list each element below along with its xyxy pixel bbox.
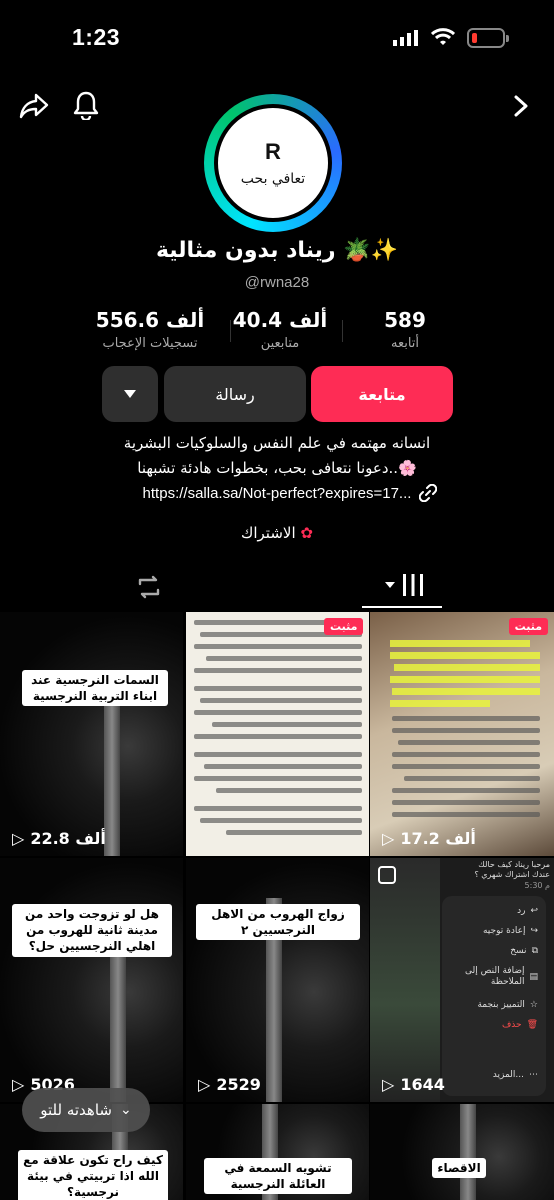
- bell-icon[interactable]: [70, 88, 102, 122]
- active-tab-indicator: [362, 606, 442, 608]
- battery-icon: [467, 28, 509, 48]
- video-thumb[interactable]: [186, 612, 369, 856]
- video-thumb[interactable]: تشويه السمعة في العائلة النرجسية: [186, 1104, 369, 1200]
- video-caption: تشويه السمعة في العائلة النرجسية: [204, 1158, 352, 1195]
- video-thumb[interactable]: مثبت ▷ 17.2 ألف: [370, 612, 554, 856]
- menu-item-copy: نسخ ⧉: [510, 946, 538, 956]
- video-thumb[interactable]: السمات النرجسية عند ابناء التربية النرجس…: [0, 612, 183, 856]
- copy-icon: ⧉: [531, 946, 538, 956]
- play-icon: ▷: [382, 1075, 395, 1094]
- caret-down-icon: [385, 582, 395, 588]
- chat-line-1: مرحبا ريناد كيف حالك: [478, 860, 550, 869]
- just-watched-button[interactable]: شاهدته للتو ⌄: [22, 1088, 150, 1132]
- multi-photo-icon: [378, 866, 396, 884]
- repost-icon: [138, 575, 160, 599]
- pinned-badge: مثبت: [324, 618, 364, 635]
- chat-time: 5:30 م: [524, 880, 550, 890]
- play-icon: ▷: [12, 1075, 25, 1094]
- follow-button[interactable]: متابعة: [311, 366, 453, 422]
- view-count-text: 22.8 ألف: [30, 829, 106, 848]
- message-button[interactable]: رسالة: [164, 366, 306, 422]
- profile-tabs: [0, 566, 554, 610]
- chat-message: مرحبا ريناد كيف حالك عندك اشتراك شهري ؟ …: [446, 860, 551, 891]
- link-icon: [419, 484, 438, 502]
- stats-row: 556.6 ألف تسجيلات الإعجاب 40.4 ألف متابع…: [90, 308, 470, 358]
- video-caption: السمات النرجسية عند ابناء التربية النرجس…: [22, 670, 168, 707]
- menu-item-reply: رد ↩: [517, 906, 538, 916]
- bio-line-2: دعونا نتعافى بحب، بخطوات هادئة تشبهنا..🌸: [137, 459, 417, 477]
- video-caption: زواج الهروب من الاهل النرجسيين ٢: [196, 904, 360, 941]
- stat-likes[interactable]: 556.6 ألف تسجيلات الإعجاب: [90, 308, 210, 351]
- pinned-badge: مثبت: [508, 618, 548, 635]
- avatar-text: تعافي بحب: [240, 171, 306, 187]
- play-icon: ▷: [382, 829, 395, 848]
- subscription-icon: ✿: [300, 524, 313, 542]
- grid-icon: [403, 574, 423, 596]
- star-icon: ☆: [529, 1000, 538, 1010]
- tab-videos[interactable]: [384, 572, 426, 598]
- video-caption: الاقصاء: [432, 1158, 486, 1179]
- caret-down-icon: [124, 390, 136, 398]
- view-count: ▷ 22.8 ألف: [12, 829, 106, 848]
- menu-item-star: التمييز بنجمة ☆: [477, 1000, 538, 1010]
- chat-line-2: عندك اشتراك شهري ؟: [474, 870, 551, 880]
- avatar[interactable]: R تعافي بحب: [214, 104, 332, 222]
- followers-count: 40.4 ألف: [232, 308, 328, 332]
- subscription-label: الاشتراك: [241, 524, 296, 542]
- display-name: ريناد بدون مثالية 🪴✨: [155, 238, 399, 263]
- wifi-icon: [431, 28, 455, 45]
- more-icon: ⋯: [529, 1070, 538, 1080]
- menu-item-delete: حذف 🗑: [501, 1020, 538, 1030]
- status-time: 1:23: [72, 24, 121, 50]
- video-thumb[interactable]: الاقصاء: [370, 1104, 554, 1200]
- stat-followers[interactable]: 40.4 ألف متابعين: [230, 308, 330, 351]
- menu-item-forward: إعادة توجيه ↪: [482, 926, 538, 936]
- subscription-button[interactable]: الاشتراك ✿: [0, 524, 554, 542]
- note-icon: ▤: [529, 971, 538, 982]
- username: @rwna28: [244, 274, 310, 291]
- bio-link[interactable]: https://salla.sa/Not-perfect?expires=17.…: [90, 484, 490, 502]
- blurred-background-image: [370, 858, 440, 1102]
- view-count: ▷ 17.2 ألف: [382, 829, 476, 848]
- reply-icon: ↩: [530, 906, 538, 916]
- trash-icon: 🗑: [526, 1020, 538, 1030]
- chevron-right-icon[interactable]: [508, 90, 534, 122]
- view-count-text: 1644: [400, 1075, 445, 1094]
- likes-count: 556.6 ألف: [95, 308, 205, 332]
- avatar-ring[interactable]: R تعافي بحب: [204, 94, 342, 232]
- divider: [342, 320, 343, 342]
- view-count-text: 2529: [216, 1075, 261, 1094]
- view-count: ▷ 2529: [198, 1075, 261, 1094]
- bio-link-text: https://salla.sa/Not-perfect?expires=17.…: [142, 484, 412, 502]
- forward-icon: ↪: [530, 926, 538, 936]
- view-count-text: 17.2 ألف: [400, 829, 476, 848]
- avatar-letter: R: [265, 139, 281, 164]
- menu-item-more: المزيد... ⋯: [492, 1070, 538, 1080]
- menu-item-add-note: إضافة النص إلى الملاحظة ▤: [465, 966, 538, 987]
- suggested-accounts-button[interactable]: [102, 366, 158, 422]
- tab-reposts[interactable]: [136, 574, 162, 604]
- context-menu: رد ↩ إعادة توجيه ↪ نسخ ⧉ إضافة النص إلى الم…: [442, 896, 546, 1096]
- play-icon: ▷: [198, 1075, 211, 1094]
- view-count: ▷ 1644: [382, 1075, 445, 1094]
- likes-label: تسجيلات الإعجاب: [102, 336, 198, 351]
- play-icon: ▷: [12, 829, 25, 848]
- bio-line-1: انسانه مهتمه في علم النفس والسلوكيات الب…: [123, 434, 431, 452]
- door-image: [110, 938, 126, 1102]
- video-thumb[interactable]: مرحبا ريناد كيف حالك عندك اشتراك شهري ؟ …: [370, 858, 554, 1102]
- just-watched-label: شاهدته للتو: [40, 1101, 112, 1119]
- video-caption: هل لو تزوجت واحد من مدينة ثانية للهروب م…: [12, 904, 172, 957]
- video-thumb[interactable]: هل لو تزوجت واحد من مدينة ثانية للهروب م…: [0, 858, 183, 1102]
- video-caption: كيف راح تكون علاقة مع الله اذا تربيتي في…: [18, 1150, 168, 1200]
- following-label: أتابعه: [390, 336, 420, 351]
- door-image: [460, 1104, 476, 1200]
- status-bar: 1:23: [0, 0, 554, 74]
- share-icon[interactable]: [18, 90, 50, 122]
- double-chevron-down-icon: ⌄: [119, 1102, 132, 1118]
- following-count: 589: [384, 308, 426, 332]
- signal-icon: [393, 30, 418, 46]
- video-thumb[interactable]: زواج الهروب من الاهل النرجسيين ٢ ▷ 2529: [186, 858, 369, 1102]
- followers-label: متابعين: [260, 336, 300, 351]
- stat-following[interactable]: 589 أتابعه: [365, 308, 445, 351]
